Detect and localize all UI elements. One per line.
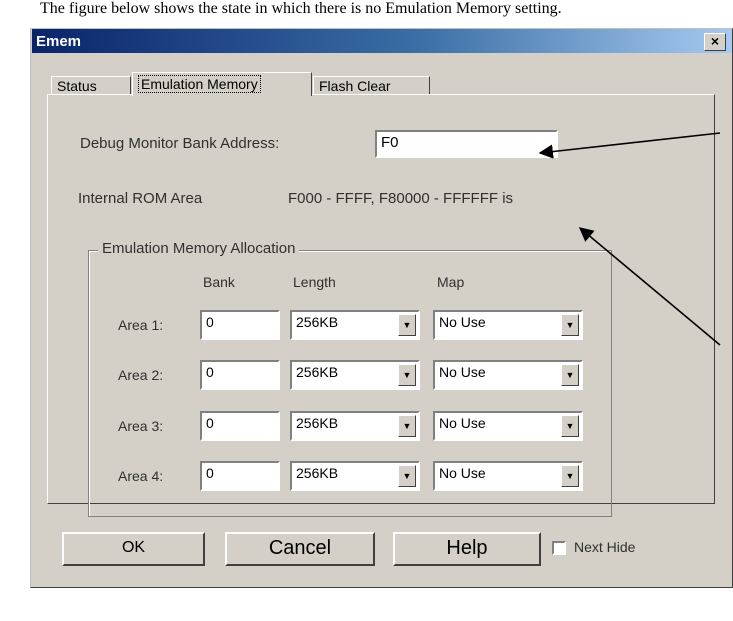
active-tab-join bbox=[133, 93, 311, 96]
tab-emulation-memory-label: Emulation Memory bbox=[138, 75, 261, 93]
arrow-internal-rom bbox=[578, 227, 721, 346]
annotation-arrows bbox=[538, 132, 721, 346]
arrow-debug-monitor bbox=[538, 132, 721, 159]
